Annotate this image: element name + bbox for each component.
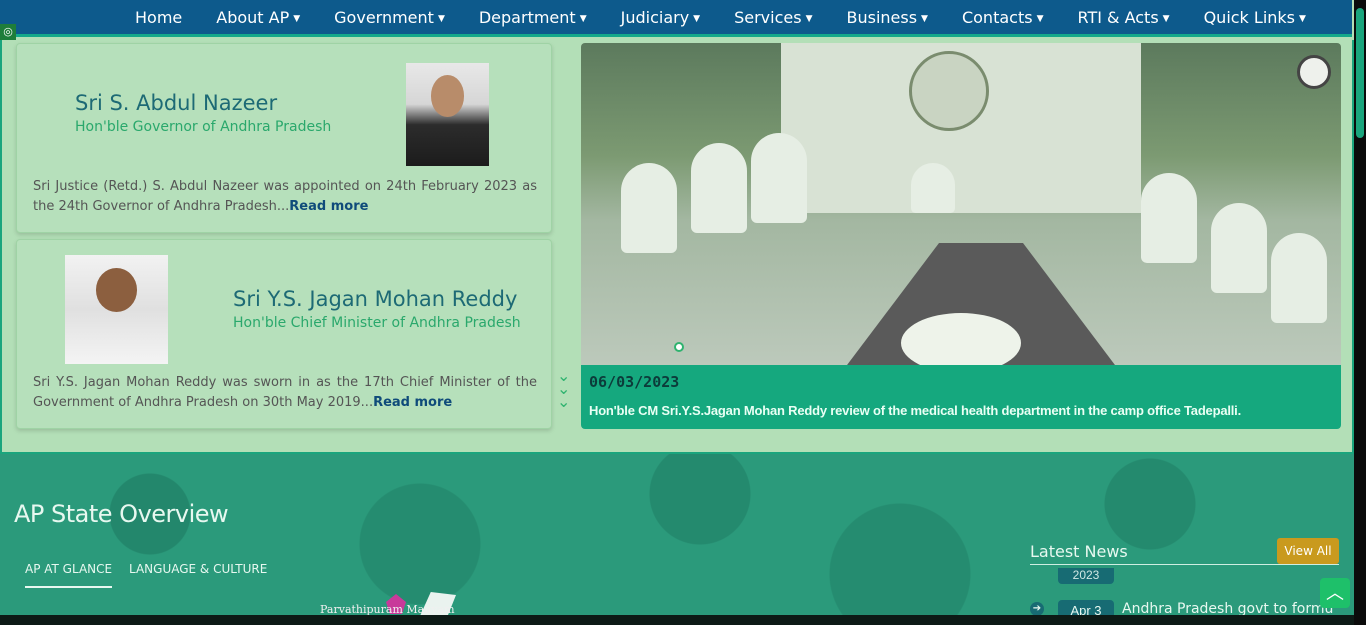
caret-down-icon: ▼ xyxy=(805,13,813,24)
banner-attendee xyxy=(621,163,677,253)
page-scrollbar[interactable] xyxy=(1354,0,1366,625)
caret-down-icon: ▼ xyxy=(1162,13,1170,24)
banner-attendee xyxy=(1141,173,1197,263)
banner-image xyxy=(581,43,1341,365)
scroll-to-top-button[interactable]: ︿ xyxy=(1320,578,1350,608)
nav-contacts-label: Contacts xyxy=(961,7,1033,27)
tab-ap-at-glance[interactable]: AP AT GLANCE xyxy=(25,562,113,588)
nav-judiciary-label: Judiciary xyxy=(620,7,690,27)
latest-news-title: Latest News xyxy=(1030,542,1128,561)
caret-down-icon: ▼ xyxy=(293,13,301,24)
decorative-pattern xyxy=(0,454,1354,625)
caret-down-icon: ▼ xyxy=(1036,13,1044,24)
banner-attendee xyxy=(751,133,807,223)
nav-rti-acts[interactable]: RTI & Acts ▼ xyxy=(1077,8,1169,27)
governor-photo xyxy=(406,63,489,166)
nav-government[interactable]: Government ▼ xyxy=(334,8,445,27)
chief-minister-name: Sri Y.S. Jagan Mohan Reddy xyxy=(233,287,518,311)
news-divider xyxy=(1030,564,1339,565)
caret-down-icon: ▼ xyxy=(693,13,701,24)
nav-home-label: Home xyxy=(135,7,183,27)
banner-caption: 06/03/2023 Hon'ble CM Sri.Y.S.Jagan Moha… xyxy=(581,365,1341,429)
chief-minister-card: Sri Y.S. Jagan Mohan Reddy Hon'ble Chief… xyxy=(16,239,552,429)
arrow-right-circle-icon[interactable]: ➔ xyxy=(1030,602,1044,616)
scrollbar-thumb[interactable] xyxy=(1356,8,1364,138)
governor-description-text: Sri Justice (Retd.) S. Abdul Nazeer was … xyxy=(33,179,537,214)
chief-minister-description: Sri Y.S. Jagan Mohan Reddy was sworn in … xyxy=(33,373,537,413)
nav-judiciary[interactable]: Judiciary ▼ xyxy=(621,8,700,27)
banner-emblem xyxy=(909,51,989,131)
banner-caption-text: Hon'ble CM Sri.Y.S.Jagan Mohan Reddy rev… xyxy=(589,403,1242,418)
chief-minister-description-text: Sri Y.S. Jagan Mohan Reddy was sworn in … xyxy=(33,375,537,410)
nav-quick-links-label: Quick Links xyxy=(1203,7,1296,27)
view-all-button[interactable]: View All xyxy=(1277,538,1339,564)
nav-department-label: Department xyxy=(478,7,576,27)
caret-down-icon: ▼ xyxy=(1299,13,1306,24)
caret-down-icon: ▼ xyxy=(579,13,587,24)
overview-title: AP State Overview xyxy=(14,500,229,528)
nav-contacts[interactable]: Contacts ▼ xyxy=(962,8,1044,27)
governor-face xyxy=(430,75,465,117)
banner-attendee xyxy=(1211,203,1267,293)
governor-role: Hon'ble Governor of Andhra Pradesh xyxy=(75,119,332,135)
banner-flowers xyxy=(901,313,1021,365)
chief-minister-role: Hon'ble Chief Minister of Andhra Pradesh xyxy=(233,315,521,331)
governor-card: Sri S. Abdul Nazeer Hon'ble Governor of … xyxy=(16,43,552,233)
tab-language-culture[interactable]: LANGUAGE & CULTURE xyxy=(129,562,267,576)
nav-about-ap[interactable]: About AP ▼ xyxy=(216,8,300,27)
banner-date: 06/03/2023 xyxy=(589,373,680,391)
news-year-badge: 2023 xyxy=(1058,568,1114,584)
main-navbar: Home About AP ▼ Government ▼ Department ▼ J… xyxy=(0,0,1352,37)
nav-government-label: Government xyxy=(334,7,434,27)
governor-read-more-link[interactable]: Read more xyxy=(289,199,368,214)
slide-indicator[interactable] xyxy=(674,342,684,352)
banner-attendee xyxy=(911,163,955,213)
chevron-up-icon: ︿ xyxy=(1326,583,1344,603)
banner-attendee xyxy=(691,143,747,233)
governor-name: Sri S. Abdul Nazeer xyxy=(75,91,278,115)
chief-minister-photo xyxy=(65,255,168,364)
state-overview-section: AP State Overview AP AT GLANCE LANGUAGE … xyxy=(0,454,1354,625)
accessibility-icon[interactable]: ◎ xyxy=(0,24,16,40)
nav-business[interactable]: Business ▼ xyxy=(846,8,927,27)
bottom-strip xyxy=(0,615,1354,625)
double-chevron-down-icon[interactable]: ⌄ ⌄ ⌄ xyxy=(557,369,570,411)
nav-business-label: Business xyxy=(846,7,918,27)
nav-rti-acts-label: RTI & Acts xyxy=(1077,7,1159,27)
caret-down-icon: ▼ xyxy=(437,13,445,24)
governor-description: Sri Justice (Retd.) S. Abdul Nazeer was … xyxy=(33,177,537,217)
nav-about-ap-label: About AP xyxy=(216,7,290,27)
chief-minister-read-more-link[interactable]: Read more xyxy=(373,395,452,410)
nav-home[interactable]: Home xyxy=(135,8,182,27)
banner-attendee xyxy=(1271,233,1327,323)
caret-down-icon: ▼ xyxy=(921,13,928,24)
nav-quick-links[interactable]: Quick Links ▼ xyxy=(1204,8,1306,27)
nav-services[interactable]: Services ▼ xyxy=(734,8,812,27)
clock-icon xyxy=(1297,55,1331,89)
leaders-and-banner-section: Sri S. Abdul Nazeer Hon'ble Governor of … xyxy=(0,40,1354,454)
chief-minister-face xyxy=(95,268,138,312)
nav-department[interactable]: Department ▼ xyxy=(479,8,587,27)
nav-services-label: Services xyxy=(734,7,802,27)
